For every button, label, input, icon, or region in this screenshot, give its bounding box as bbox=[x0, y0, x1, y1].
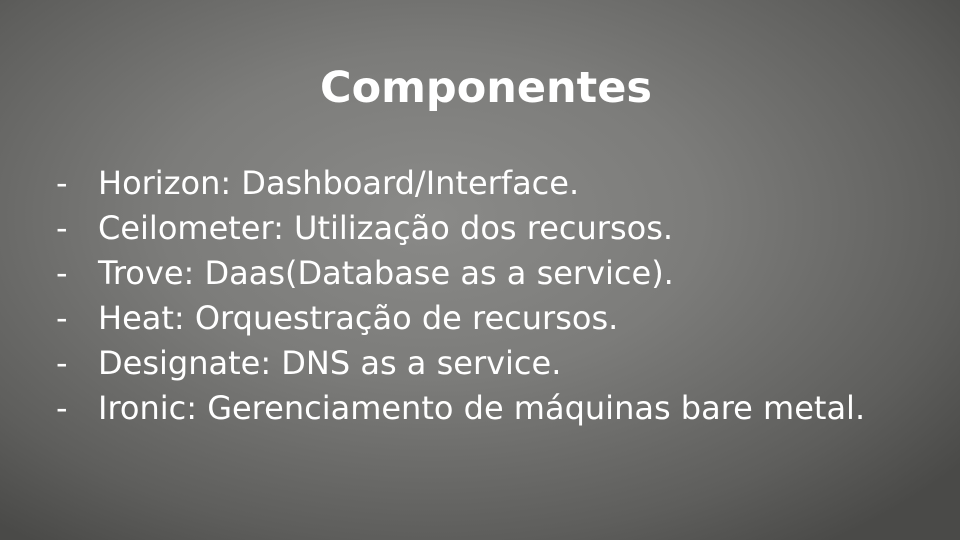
list-item-ceilometer: - Ceilometer: Utilização dos recursos. bbox=[56, 206, 916, 251]
bullet-dash: - bbox=[56, 389, 68, 427]
bullet-dash: - bbox=[56, 164, 68, 202]
list-item-trove: - Trove: Daas(Database as a service). bbox=[56, 251, 916, 296]
list-item-horizon: - Horizon: Dashboard/Interface. bbox=[56, 161, 916, 206]
bullet-dash: - bbox=[56, 344, 68, 382]
list-item-heat: - Heat: Orquestração de recursos. bbox=[56, 296, 916, 341]
list-item-text: Horizon: Dashboard/Interface. bbox=[98, 164, 580, 202]
bullet-dash: - bbox=[56, 299, 68, 337]
slide: Componentes - Horizon: Dashboard/Interfa… bbox=[0, 0, 960, 540]
list-item-designate: - Designate: DNS as a service. bbox=[56, 341, 916, 386]
list-item-text: Designate: DNS as a service. bbox=[98, 344, 562, 382]
bullet-dash: - bbox=[56, 254, 68, 292]
list-item-text: Ceilometer: Utilização dos recursos. bbox=[98, 209, 674, 247]
list-item-ironic: - Ironic: Gerenciamento de máquinas bare… bbox=[56, 386, 916, 431]
slide-title: Componentes bbox=[320, 63, 652, 113]
list-item-text: Heat: Orquestração de recursos. bbox=[98, 299, 619, 337]
list-item-text: Trove: Daas(Database as a service). bbox=[98, 254, 674, 292]
bullet-dash: - bbox=[56, 209, 68, 247]
bullet-list: - Horizon: Dashboard/Interface. - Ceilom… bbox=[56, 161, 916, 431]
list-item-text: Ironic: Gerenciamento de máquinas bare m… bbox=[98, 389, 866, 427]
